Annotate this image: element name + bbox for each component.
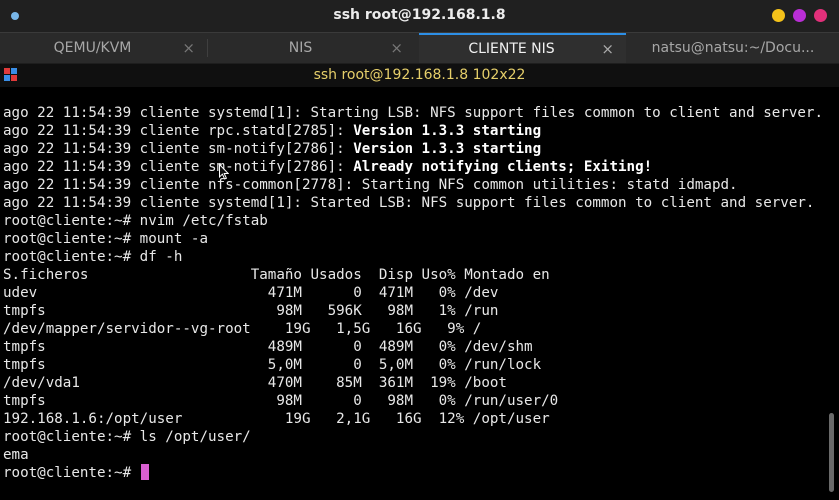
terminal-scrollbar[interactable] [829, 413, 834, 492]
tab-label: NIS [288, 40, 313, 56]
df-row: 192.168.1.6:/opt/user 19G 2,1G 16G 12% /… [3, 411, 550, 427]
close-button[interactable] [814, 9, 827, 22]
df-row: udev 471M 0 471M 0% /dev [3, 285, 499, 301]
tab-close-icon[interactable]: × [182, 33, 195, 63]
terminal-header: ssh root@192.168.1.8 102x22 [0, 63, 839, 87]
terminal-output[interactable]: ago 22 11:54:39 cliente systemd[1]: Star… [3, 104, 821, 482]
tab-bar: QEMU/KVM × NIS × CLIENTE NIS × natsu@nat… [0, 32, 839, 63]
terminal-line: ema [3, 447, 29, 463]
terminal-line: ago 22 11:54:39 cliente sm-notify[2786]:… [3, 159, 653, 175]
maximize-button[interactable] [793, 9, 806, 22]
terminal-prompt-line[interactable]: root@cliente:~# [3, 464, 821, 482]
tab-nis[interactable]: NIS × [208, 33, 415, 63]
terminal-line: ago 22 11:54:39 cliente rpc.statd[2785]:… [3, 123, 542, 139]
terminal-line: root@cliente:~# ls /opt/user/ [3, 429, 251, 445]
terminal-line: root@cliente:~# nvim /etc/fstab [3, 213, 268, 229]
df-row: /dev/mapper/servidor--vg-root 19G 1,5G 1… [3, 321, 482, 337]
shell-prompt: root@cliente:~# [3, 465, 140, 481]
minimize-button[interactable] [772, 9, 785, 22]
terminal-cursor [140, 464, 149, 480]
terminal-line: root@cliente:~# df -h [3, 249, 183, 265]
tab-qemu-kvm[interactable]: QEMU/KVM × [0, 33, 207, 63]
terminal-line: ago 22 11:54:39 cliente sm-notify[2786]:… [3, 141, 542, 157]
tab-label: CLIENTE NIS [468, 41, 555, 57]
window-titlebar[interactable]: ssh root@192.168.1.8 [0, 0, 839, 32]
terminal-line: ago 22 11:54:39 cliente nfs-common[2778]… [3, 177, 738, 193]
terminal-line: ago 22 11:54:39 cliente systemd[1]: Star… [3, 195, 815, 211]
window-title: ssh root@192.168.1.8 [333, 7, 506, 23]
df-row: tmpfs 98M 596K 98M 1% /run [3, 303, 499, 319]
df-row: tmpfs 489M 0 489M 0% /dev/shm [3, 339, 533, 355]
tab-label: natsu@natsu:~/Docu... [651, 40, 815, 56]
tab-natsu-documents[interactable]: natsu@natsu:~/Docu... [627, 33, 839, 63]
df-row: tmpfs 98M 0 98M 0% /run/user/0 [3, 393, 559, 409]
terminal-line: ago 22 11:54:39 cliente systemd[1]: Star… [3, 105, 821, 121]
tab-close-icon[interactable]: × [390, 33, 403, 63]
tab-label: QEMU/KVM [53, 40, 132, 56]
tab-cliente-nis[interactable]: CLIENTE NIS × [419, 33, 626, 63]
df-header-row: S.ficheros Tamaño Usados Disp Uso% Monta… [3, 267, 550, 283]
terminal-title: ssh root@192.168.1.8 102x22 [313, 67, 526, 83]
tab-close-icon[interactable]: × [601, 35, 614, 63]
df-row: tmpfs 5,0M 0 5,0M 0% /run/lock [3, 357, 542, 373]
df-row: /dev/vda1 470M 85M 361M 19% /boot [3, 375, 507, 391]
mouse-pointer-icon [219, 164, 229, 180]
terminal-line: root@cliente:~# mount -a [3, 231, 208, 247]
